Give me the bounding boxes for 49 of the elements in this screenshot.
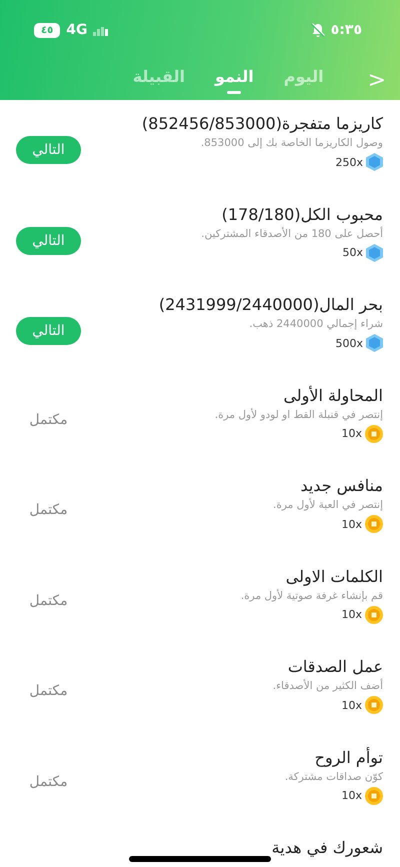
- coin-icon: [365, 515, 383, 533]
- reward-amount: 250x: [335, 156, 363, 168]
- tab[interactable]: النمو: [215, 66, 254, 94]
- back-button[interactable]: <: [368, 68, 386, 92]
- clock-time: ٥:٣٥: [330, 22, 362, 38]
- reward-amount: 10x: [341, 789, 362, 802]
- battery-indicator: ٤٥: [34, 22, 60, 38]
- completed-label: مكتمل: [28, 592, 69, 608]
- exp-badge-icon: [366, 153, 383, 171]
- task-description: إنتصر في قنبلة القط او لودو لأول مرة.: [214, 408, 383, 420]
- coin-icon: [365, 606, 383, 624]
- network-label: 4G: [66, 22, 88, 38]
- task-title: شعورك في هدية: [272, 838, 383, 857]
- task-title: بحر المال(2431999/2440000): [158, 295, 383, 314]
- tab[interactable]: القبيلة: [132, 66, 185, 94]
- reward-amount: 10x: [341, 427, 362, 440]
- tab[interactable]: اليوم: [284, 66, 324, 94]
- coin-icon: [365, 786, 383, 804]
- task-description: أحصل على 180 من الأصدقاء المشتركين.: [201, 228, 383, 240]
- task-title: المحاولة الأولى: [283, 386, 383, 404]
- task-title: عمل الصدقات: [288, 657, 383, 676]
- next-button[interactable]: التالي: [16, 226, 81, 254]
- exp-badge-icon: [366, 244, 383, 262]
- completed-label: مكتمل: [28, 412, 69, 428]
- coin-icon: [365, 424, 383, 442]
- task-description: قم بإنشاء غرفة صوتية لأول مرة.: [240, 590, 383, 602]
- task-title: كاريزما متفجرة(852456/853000): [142, 114, 383, 133]
- task-description: شراء إجمالي 2440000 ذهب.: [249, 318, 383, 330]
- task-title: توأم الروح: [314, 748, 383, 766]
- coin-icon: [365, 696, 383, 714]
- next-button[interactable]: التالي: [16, 317, 81, 345]
- task-description: وصول الكاريزما الخاصة بك إلى 853000.: [200, 137, 383, 149]
- task-title: الكلمات الاولى: [286, 566, 383, 586]
- exp-badge-icon: [366, 334, 383, 352]
- task-title: محبوب الكل(178/180): [222, 204, 383, 224]
- reward-amount: 10x: [341, 518, 362, 530]
- task-description: إنتصر في العبة لأول مرة.: [273, 499, 383, 511]
- completed-label: مكتمل: [28, 774, 69, 790]
- reward-amount: 10x: [341, 698, 362, 712]
- task-description: أضف الكثير من الأصدقاء.: [272, 680, 383, 692]
- reward-amount: 10x: [341, 608, 362, 621]
- next-button[interactable]: التالي: [16, 136, 81, 164]
- reward-amount: 500x: [335, 336, 363, 350]
- signal-icon: [93, 24, 110, 36]
- task-description: كوّن صداقات مشتركة.: [284, 770, 383, 782]
- completed-label: مكتمل: [28, 683, 69, 699]
- completed-label: مكتمل: [28, 502, 69, 518]
- task-title: منافس جديد: [300, 476, 383, 495]
- reward-amount: 50x: [342, 246, 363, 259]
